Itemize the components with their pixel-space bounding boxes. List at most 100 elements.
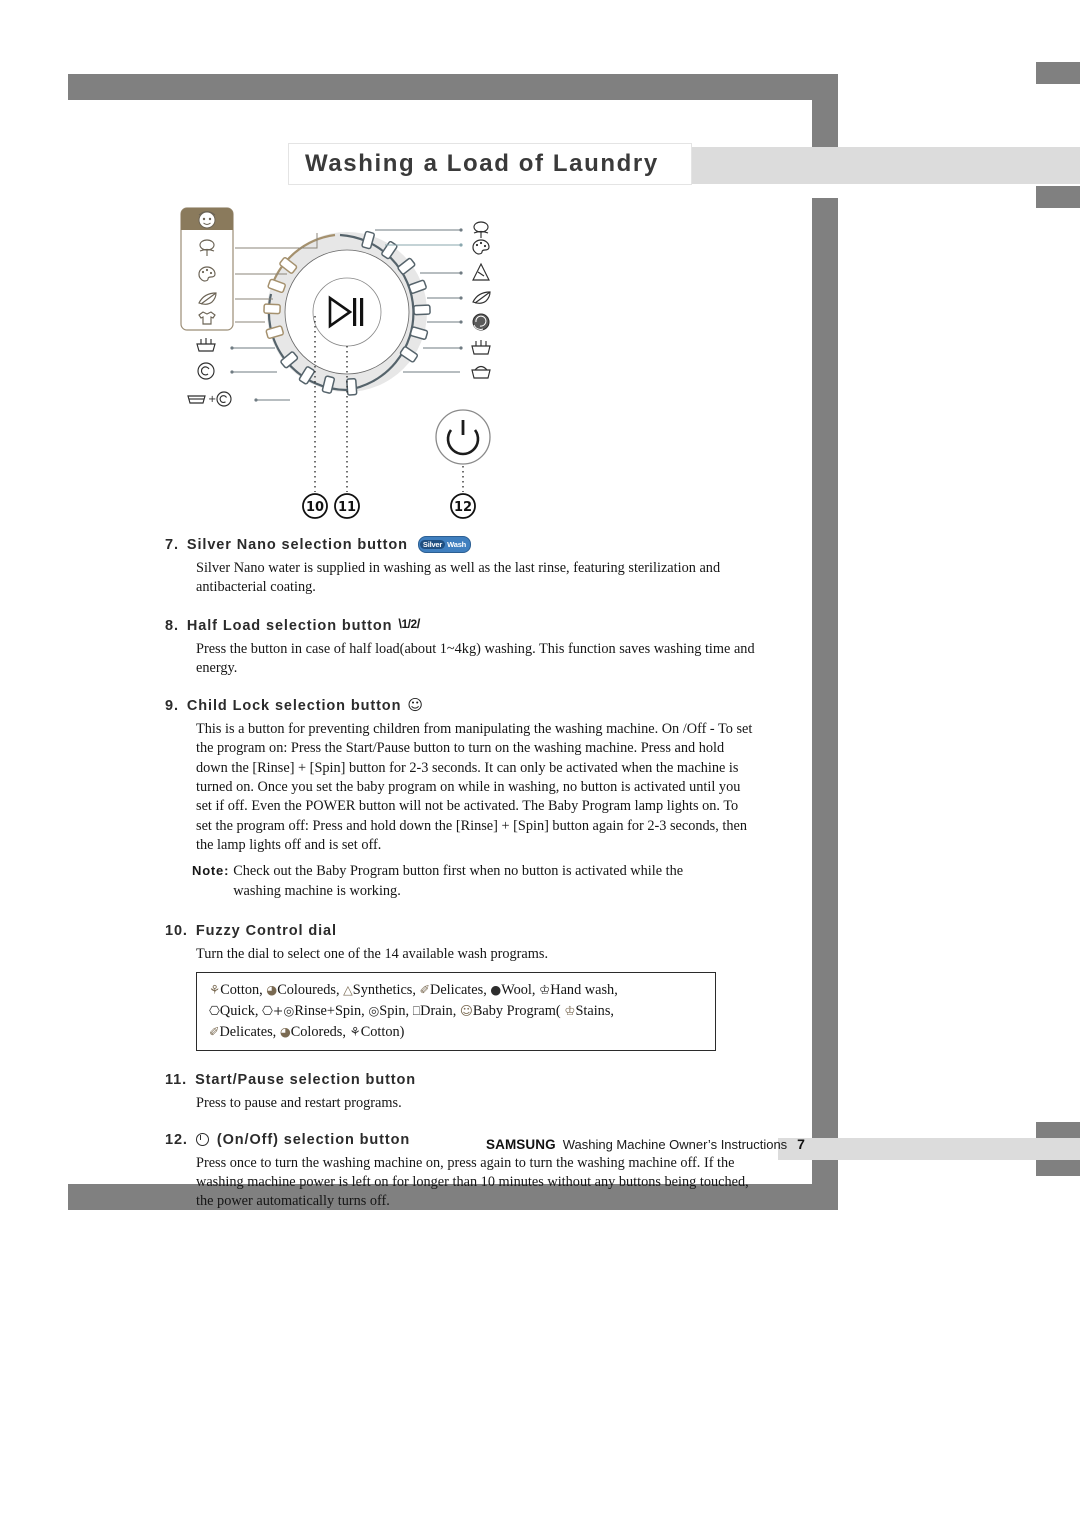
section-number-9: 9. xyxy=(165,698,179,715)
program-label: Stains, xyxy=(575,1002,614,1019)
quick-icon: ⎔ xyxy=(209,1002,220,1018)
footer-page-number: 7 xyxy=(797,1136,805,1152)
program-label: Rinse+Spin, xyxy=(294,1002,365,1019)
page-edge-marker-top xyxy=(1036,62,1080,84)
program-label: Delicates, xyxy=(219,1023,277,1040)
rinse-plus-spin-icon: ⎔+◎ xyxy=(262,1002,295,1018)
power-icon xyxy=(195,1133,209,1147)
note-text: Check out the Baby Program button first … xyxy=(233,863,684,899)
section-body-12: Press once to turn the washing machine o… xyxy=(196,1154,749,1210)
section-body-10: Turn the dial to select one of the 14 av… xyxy=(196,945,549,962)
hand-wash-icon xyxy=(196,338,216,352)
silverwash-badge-left: Silver xyxy=(419,539,446,550)
spin-icon: ◎ xyxy=(368,1002,380,1018)
section-title-7: Silver Nano selection button xyxy=(186,536,408,553)
footer-brand: SAMSUNG xyxy=(486,1137,556,1152)
program-label: Cotton, xyxy=(220,982,263,999)
program-label: Quick, xyxy=(219,1002,259,1019)
program-label: Spin, xyxy=(379,1002,410,1019)
silverwash-badge-icon: Silver Wash xyxy=(417,536,472,553)
program-label: Coloreds, xyxy=(290,1023,346,1040)
section-heading-11: 11. Start/Pause selection button xyxy=(165,1072,755,1088)
drain-icon: ⎕ xyxy=(412,1002,421,1018)
delicates-icon xyxy=(472,291,491,304)
silverwash-badge-right: Wash xyxy=(447,539,467,549)
half-load-icon: \ 1/2/ xyxy=(398,616,420,632)
footer-background-band xyxy=(778,1138,1080,1160)
quick-icon xyxy=(471,365,491,379)
child-face-icon: ☺ xyxy=(407,695,424,714)
section-number-12: 12. xyxy=(165,1131,188,1148)
wash-program-row: ⎔Quick, ⎔+◎Rinse+Spin, ◎Spin, ⎕Drain, ☺B… xyxy=(209,1001,705,1022)
rinse-plus-spin-icon: + xyxy=(187,391,232,407)
program-label: Drain, xyxy=(420,1002,457,1019)
wool-icon: ● xyxy=(490,982,502,998)
synthetics-icon xyxy=(472,262,490,281)
page-edge-marker-footer-bottom xyxy=(1036,1160,1080,1176)
right-icon-column xyxy=(471,221,491,379)
svg-text:10: 10 xyxy=(306,500,324,515)
left-standalone-icons: + xyxy=(187,338,232,407)
section-number-8: 8. xyxy=(165,617,179,634)
section-title-8: Half Load selection button xyxy=(186,617,393,634)
coloureds-icon: ◕ xyxy=(279,1023,291,1039)
svg-text:+: + xyxy=(208,394,216,405)
on-off-button xyxy=(435,409,491,465)
callout-number-12: 12 xyxy=(450,493,476,519)
page-title: Washing a Load of Laundry xyxy=(305,150,659,177)
wash-program-row: ✐Delicates, ◕Coloreds, ⚘Cotton) xyxy=(209,1022,705,1043)
section-number-11: 11. xyxy=(165,1072,188,1089)
cotton-icon xyxy=(473,221,489,238)
section-body-7: Silver Nano water is supplied in washing… xyxy=(196,560,721,596)
program-label: Cotton) xyxy=(360,1023,405,1040)
spin-icon xyxy=(197,362,215,380)
section-number-10: 10. xyxy=(165,922,188,939)
footer-text: Washing Machine Owner’s Instructions xyxy=(562,1137,788,1152)
page-edge-marker-upper xyxy=(1036,186,1080,208)
svg-text:11: 11 xyxy=(338,500,356,515)
instructions-content: 7. Silver Nano selection button Silver Wa… xyxy=(165,536,755,1212)
section-body-9: This is a button for preventing children… xyxy=(196,721,753,853)
cotton-icon: ⚘ xyxy=(209,982,221,998)
stains-icon: ♔ xyxy=(564,1002,576,1018)
callout-number-10: 10 xyxy=(302,493,328,519)
callout-number-11: 11 xyxy=(334,493,360,519)
program-label: Delicates, xyxy=(430,982,487,999)
section-heading-10: 10. Fuzzy Control dial xyxy=(165,923,755,939)
delicates-icon: ✐ xyxy=(209,1023,220,1039)
hand-wash-icon xyxy=(471,340,491,355)
hand-wash-icon: ♔ xyxy=(539,982,551,998)
synthetics-icon: △ xyxy=(343,982,353,998)
page-frame-top-bar xyxy=(68,74,828,100)
half-load-icon-text: 1/2 xyxy=(401,617,418,632)
section-title-9: Child Lock selection button xyxy=(186,698,402,715)
page-frame-right-lower-bar xyxy=(812,198,838,1184)
section-title-10: Fuzzy Control dial xyxy=(195,922,337,939)
page-title-box: Washing a Load of Laundry xyxy=(288,143,692,185)
control-panel-diagram: .lnl { stroke:#8b8578; stroke-width:1; f… xyxy=(175,200,520,530)
note-block-9: Note: Check out the Baby Program button … xyxy=(192,862,755,901)
program-label: Wool, xyxy=(501,982,536,999)
section-title-12: (On/Off) selection button xyxy=(216,1131,411,1148)
coloureds-icon xyxy=(472,239,490,255)
coloureds-icon: ◕ xyxy=(266,982,278,998)
wash-program-list-box: ⚘Cotton, ◕Coloureds, △Synthetics, ✐Delic… xyxy=(196,972,716,1052)
note-label: Note: xyxy=(192,863,230,879)
program-label: Baby Program( xyxy=(472,1002,561,1019)
wool-icon xyxy=(472,313,490,331)
section-number-7: 7. xyxy=(165,536,179,553)
section-heading-9: 9. Child Lock selection button ☺ xyxy=(165,695,755,715)
section-body-11: Press to pause and restart programs. xyxy=(196,1095,402,1112)
baby-program-icon xyxy=(198,211,216,229)
page-edge-marker-footer-top xyxy=(1036,1122,1080,1138)
program-label: Synthetics, xyxy=(352,982,416,999)
section-heading-8: 8. Half Load selection button \ 1/2/ xyxy=(165,616,755,634)
baby-program-panel xyxy=(180,207,234,331)
section-heading-7: 7. Silver Nano selection button Silver Wa… xyxy=(165,536,755,553)
section-title-11: Start/Pause selection button xyxy=(195,1072,417,1089)
wash-program-row: ⚘Cotton, ◕Coloureds, △Synthetics, ✐Delic… xyxy=(209,980,705,1001)
baby-program-icon: ☺ xyxy=(459,1002,473,1018)
svg-text:12: 12 xyxy=(454,500,472,515)
section-body-8: Press the button in case of half load(ab… xyxy=(196,640,755,676)
delicates-icon: ✐ xyxy=(419,982,430,998)
